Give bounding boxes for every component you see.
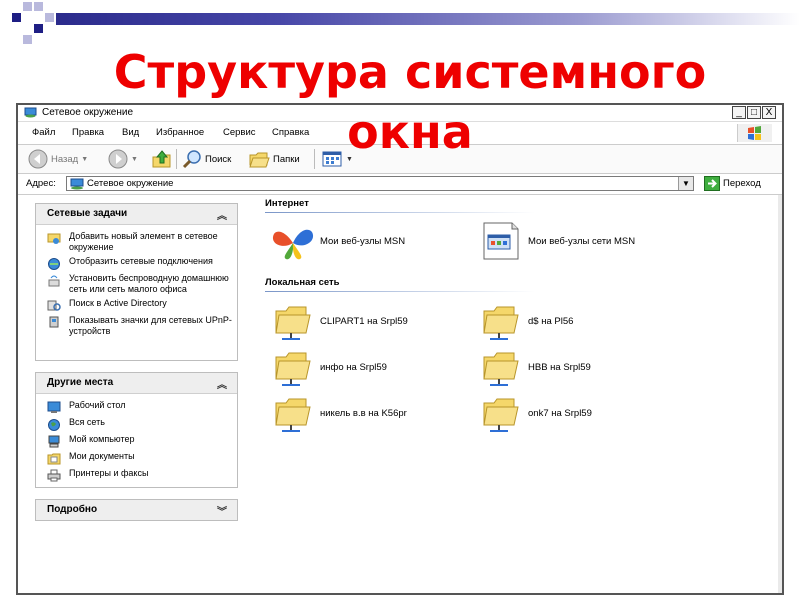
address-value: Сетевое окружение xyxy=(87,178,174,189)
network-folder-icon xyxy=(270,393,316,433)
content-area: Интернет Мои веб-узлы MSN Мои веб-узлы с… xyxy=(248,195,782,593)
deco-square xyxy=(45,13,54,22)
address-input[interactable]: Сетевое окружение ▼ xyxy=(66,176,694,191)
item-label: CLIPART1 на Srpl59 xyxy=(320,315,408,327)
item-share-clipart1[interactable]: CLIPART1 на Srpl59 xyxy=(270,301,408,341)
globe-icon xyxy=(48,419,60,431)
go-arrow-icon xyxy=(704,176,720,191)
deco-square xyxy=(34,24,43,33)
place-my-computer[interactable]: Мой компьютер xyxy=(36,434,237,448)
task-add-network-place[interactable]: Добавить новый элемент в сетевое окружен… xyxy=(36,231,237,253)
msn-butterfly-icon xyxy=(272,229,314,260)
details-panel: Подробно ︾ xyxy=(35,499,238,521)
details-title: Подробно xyxy=(47,504,98,515)
group-divider xyxy=(265,212,535,213)
network-folder-icon xyxy=(478,347,524,387)
collapse-chevron-icon[interactable]: ︽ xyxy=(217,376,227,391)
wireless-network-icon xyxy=(48,275,60,287)
address-dropdown-button[interactable]: ▼ xyxy=(678,177,693,190)
directory-search-icon xyxy=(47,300,61,311)
task-pane: Сетевые задачи ︽ Добавить новый элемент … xyxy=(18,195,248,593)
network-folder-icon xyxy=(270,301,316,341)
computer-icon xyxy=(48,435,60,448)
item-msn-web-sites[interactable]: Мои веб-узлы MSN xyxy=(270,221,405,261)
item-share-onk7[interactable]: onk7 на Srpl59 xyxy=(478,393,592,433)
task-view-connections[interactable]: Отобразить сетевые подключения xyxy=(36,256,237,270)
item-label: Мои веб-узлы MSN xyxy=(320,235,406,247)
slide-title-line2: окна xyxy=(347,105,473,159)
network-folder-icon xyxy=(270,347,316,387)
upnp-device-icon xyxy=(49,316,59,328)
item-share-nikel[interactable]: никель в.в на K56pr xyxy=(270,393,407,433)
address-bar: Адрес: Сетевое окружение ▼ Переход xyxy=(18,174,782,195)
item-share-info[interactable]: инфо на Srpl59 xyxy=(270,347,387,387)
other-places-header[interactable]: Другие места ︽ xyxy=(36,373,237,394)
documents-folder-icon xyxy=(47,453,61,465)
group-divider xyxy=(265,291,535,292)
item-label: onk7 на Srpl59 xyxy=(528,407,592,419)
deco-square xyxy=(23,2,32,11)
item-label: d$ на Pl56 xyxy=(528,315,574,327)
task-show-upnp-icons[interactable]: Показывать значки для сетевых UPnP-устро… xyxy=(36,315,237,337)
network-folder-icon xyxy=(478,393,524,433)
network-tasks-header[interactable]: Сетевые задачи ︽ xyxy=(36,204,237,225)
item-share-hbb[interactable]: HBB на Srpl59 xyxy=(478,347,591,387)
place-printers-faxes[interactable]: Принтеры и факсы xyxy=(36,468,237,482)
scrollbar[interactable] xyxy=(778,195,782,593)
item-label: инфо на Srpl59 xyxy=(320,361,387,373)
item-label: HBB на Srpl59 xyxy=(528,361,591,373)
desktop-icon xyxy=(47,401,61,413)
item-label: никель в.в на K56pr xyxy=(320,407,407,419)
web-page-icon xyxy=(483,222,519,260)
collapse-chevron-icon[interactable]: ︽ xyxy=(217,207,227,222)
details-header[interactable]: Подробно ︾ xyxy=(36,500,237,520)
slide-title-line1: Структура системного xyxy=(113,45,707,99)
group-internet-title: Интернет xyxy=(265,198,309,209)
printer-icon xyxy=(47,469,61,482)
explorer-window: Сетевое окружение _ □ X Файл Правка Вид … xyxy=(16,103,784,595)
network-tasks-panel: Сетевые задачи ︽ Добавить новый элемент … xyxy=(35,203,238,361)
place-my-documents[interactable]: Мои документы xyxy=(36,451,237,465)
place-entire-network[interactable]: Вся сеть xyxy=(36,417,237,431)
network-tasks-title: Сетевые задачи xyxy=(47,208,128,219)
go-label: Переход xyxy=(723,178,761,189)
task-setup-wireless[interactable]: Установить беспроводную домашнюю сеть ил… xyxy=(36,273,237,295)
deco-square xyxy=(12,13,21,22)
task-search-active-directory[interactable]: Поиск в Active Directory xyxy=(36,298,237,312)
go-button[interactable]: Переход xyxy=(704,176,761,191)
add-network-place-icon xyxy=(47,233,61,244)
network-folder-icon xyxy=(478,301,524,341)
place-desktop[interactable]: Рабочий стол xyxy=(36,400,237,414)
group-local-title: Локальная сеть xyxy=(265,277,340,288)
network-places-icon xyxy=(70,178,84,190)
other-places-panel: Другие места ︽ Рабочий стол Вся сеть Мой… xyxy=(35,372,238,488)
deco-square xyxy=(34,2,43,11)
network-connections-icon xyxy=(48,258,60,270)
other-places-title: Другие места xyxy=(47,377,114,388)
item-label: Мои веб-узлы сети MSN xyxy=(528,235,636,247)
item-msn-network-sites[interactable]: Мои веб-узлы сети MSN xyxy=(478,221,635,261)
slide-header-bar xyxy=(56,13,800,25)
item-share-d-pl56[interactable]: d$ на Pl56 xyxy=(478,301,573,341)
expand-chevron-icon[interactable]: ︾ xyxy=(217,503,227,518)
address-label: Адрес: xyxy=(26,178,56,189)
